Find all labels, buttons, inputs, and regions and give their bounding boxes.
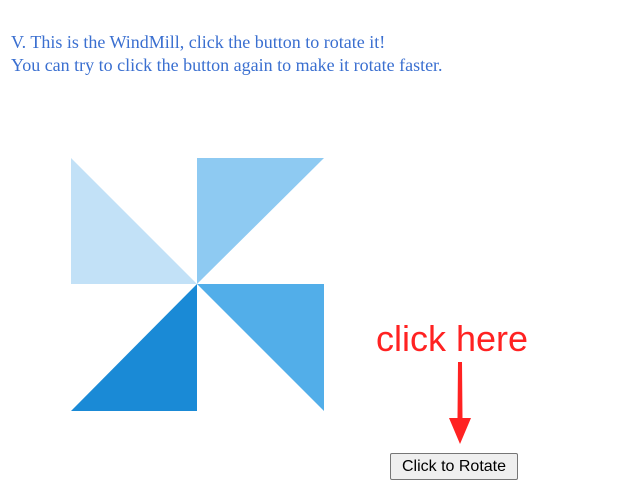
intro-line-1: V. This is the WindMill, click the butto… (11, 32, 386, 52)
click-here-hint: click here (376, 318, 529, 359)
windmill-blade-top-right (197, 158, 324, 284)
windmill-icon (71, 158, 324, 411)
arrow-down-icon (449, 362, 471, 444)
windmill-blade-bottom-left (71, 284, 197, 411)
intro-line-2: You can try to click the button again to… (11, 55, 443, 75)
windmill-blade-top-left (71, 158, 197, 284)
windmill-blade-bottom-right (197, 284, 324, 411)
rotate-button[interactable]: Click to Rotate (390, 453, 518, 480)
intro-text: V. This is the WindMill, click the butto… (11, 31, 443, 77)
page: V. This is the WindMill, click the butto… (0, 0, 640, 490)
